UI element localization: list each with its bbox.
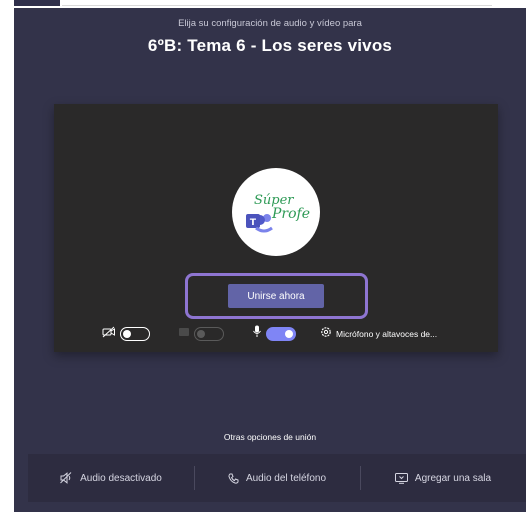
device-settings-label: Micrófono y altavoces de... [336, 329, 438, 339]
background-control [178, 324, 224, 344]
pre-join-screen: Elija su configuración de audio y vídeo … [14, 8, 526, 512]
other-join-options-heading: Otras opciones de unión [223, 432, 317, 442]
camera-control [102, 324, 150, 344]
cast-icon [394, 472, 408, 484]
phone-icon [228, 473, 239, 484]
logo-text-line2: Profe [271, 206, 310, 222]
speaker-off-icon [60, 472, 73, 484]
setup-subtitle: Elija su configuración de audio y vídeo … [178, 18, 362, 29]
other-join-options: Audio desactivado Audio del teléfono Agr… [28, 454, 526, 502]
add-room-label: Agregar una sala [414, 472, 492, 484]
add-room-option[interactable]: Agregar una sala [360, 454, 526, 502]
phone-audio-option[interactable]: Audio del teléfono [194, 454, 360, 502]
device-settings-link[interactable]: Micrófono y altavoces de... [320, 324, 437, 344]
camera-off-icon [102, 325, 116, 343]
audio-off-label: Audio desactivado [80, 472, 162, 484]
video-preview: Súper Profe T Unirse ahora Micrófono y a… [54, 104, 498, 352]
microphone-icon [252, 325, 262, 343]
background-blur-icon [178, 325, 190, 343]
logo-badge: T [250, 218, 257, 228]
join-now-button[interactable]: Unirse ahora [228, 284, 324, 308]
host-window-strip [0, 0, 532, 8]
device-controls: Micrófono y altavoces de... [54, 324, 498, 346]
gear-icon [320, 325, 332, 343]
host-divider [62, 5, 492, 6]
super-profe-logo: Súper Profe T [246, 193, 310, 233]
microphone-control [252, 324, 296, 344]
audio-off-option[interactable]: Audio desactivado [28, 454, 194, 502]
meeting-title: 6ºB: Tema 6 - Los seres vivos [147, 36, 393, 55]
background-toggle[interactable] [194, 327, 224, 341]
camera-toggle[interactable] [120, 327, 150, 341]
microphone-toggle[interactable] [266, 327, 296, 341]
phone-audio-label: Audio del teléfono [245, 472, 327, 484]
avatar: Súper Profe T [232, 168, 320, 256]
host-tab [14, 0, 60, 6]
